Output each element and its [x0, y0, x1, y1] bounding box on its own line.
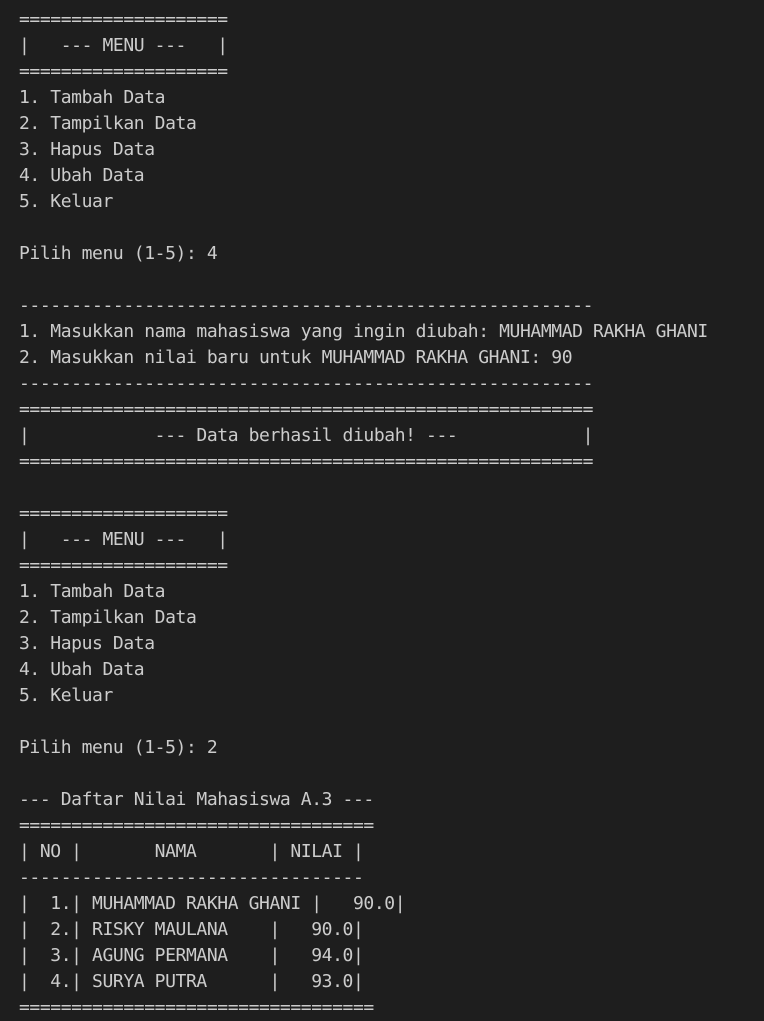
table-row: | 2.| RISKY MAULANA | 90.0| [19, 919, 364, 940]
table-title: --- Daftar Nilai Mahasiswa A.3 --- [19, 789, 374, 810]
menu-option-keluar: 5. Keluar [19, 685, 113, 706]
edit-score-prompt: 2. Masukkan nilai baru untuk MUHAMMAD RA… [19, 347, 573, 368]
success-border-bottom: ========================================… [19, 451, 594, 472]
success-message: | --- Data berhasil diubah! --- | [19, 425, 594, 446]
menu-border-bottom: ==================== [19, 555, 228, 576]
table-header: | NO | NAMA | NILAI | [19, 841, 364, 862]
table-header-separator: --------------------------------- [19, 867, 364, 888]
menu-border-top: ==================== [19, 503, 228, 524]
table-border-top: ================================== [19, 815, 374, 836]
table-row: | 1.| MUHAMMAD RAKHA GHANI | 90.0| [19, 893, 406, 914]
success-border-top: ========================================… [19, 399, 594, 420]
table-row: | 4.| SURYA PUTRA | 93.0| [19, 971, 364, 992]
menu-option-tambah: 1. Tambah Data [19, 581, 166, 602]
menu-prompt-input: Pilih menu (1-5): 2 [19, 737, 218, 758]
menu-border-bottom: ==================== [19, 61, 228, 82]
menu-option-tampilkan: 2. Tampilkan Data [19, 113, 197, 134]
menu-option-keluar: 5. Keluar [19, 191, 113, 212]
terminal-output: ==================== | --- MENU --- | ==… [0, 0, 764, 1020]
menu-option-hapus: 3. Hapus Data [19, 633, 155, 654]
menu-option-tampilkan: 2. Tampilkan Data [19, 607, 197, 628]
separator-dashes: ----------------------------------------… [19, 373, 594, 394]
menu-option-tambah: 1. Tambah Data [19, 87, 166, 108]
menu-option-hapus: 3. Hapus Data [19, 139, 155, 160]
table-border-bottom: ================================== [19, 997, 374, 1018]
menu-option-ubah: 4. Ubah Data [19, 659, 145, 680]
menu-border-top: ==================== [19, 9, 228, 30]
menu-title: | --- MENU --- | [19, 35, 228, 56]
edit-name-prompt: 1. Masukkan nama mahasiswa yang ingin di… [19, 321, 708, 342]
menu-option-ubah: 4. Ubah Data [19, 165, 145, 186]
separator-dashes: ----------------------------------------… [19, 295, 594, 316]
menu-prompt-input: Pilih menu (1-5): 4 [19, 243, 218, 264]
menu-title: | --- MENU --- | [19, 529, 228, 550]
table-row: | 3.| AGUNG PERMANA | 94.0| [19, 945, 364, 966]
